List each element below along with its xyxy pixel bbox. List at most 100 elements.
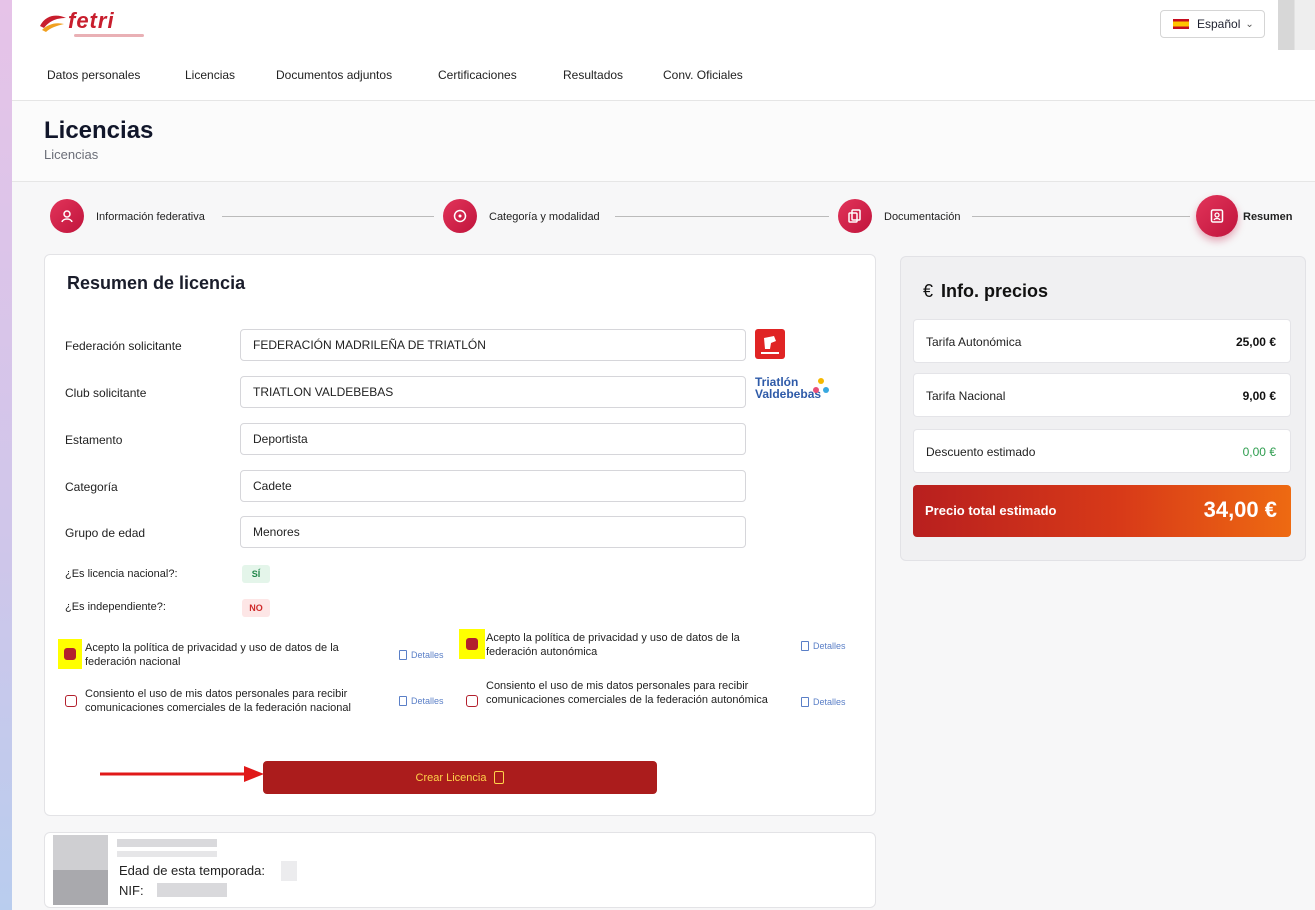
- license-summary-card: Resumen de licencia Federación solicitan…: [44, 254, 876, 816]
- nav-resultados[interactable]: Resultados: [563, 68, 623, 82]
- summary-icon: [1210, 209, 1224, 223]
- step-documentacion[interactable]: [838, 199, 872, 233]
- page-header: Licencias Licencias: [12, 101, 1315, 182]
- price-row: Tarifa Autonómica 25,00 €: [913, 319, 1291, 363]
- discount-value: 0,00 €: [1242, 445, 1276, 459]
- category-icon: [453, 209, 467, 223]
- commercial-national-details-link[interactable]: Detalles: [399, 696, 444, 706]
- privacy-national-details-link[interactable]: Detalles: [399, 650, 444, 660]
- avatar: [53, 835, 108, 905]
- user-info-card: Edad de esta temporada: NIF:: [44, 832, 876, 908]
- language-label: Español: [1197, 17, 1241, 31]
- total-price-label: Precio total estimado: [925, 503, 1057, 518]
- chevron-down-icon: ⌄: [1245, 18, 1254, 30]
- club-logo: Triatlón Valdebebas: [755, 376, 835, 410]
- nav-licencias[interactable]: Licencias: [185, 68, 235, 82]
- price-info-title: € Info. precios: [923, 281, 1048, 302]
- nav-datos-personales[interactable]: Datos personales: [47, 68, 140, 82]
- create-license-button[interactable]: Crear Licencia: [263, 761, 657, 794]
- user-pin-icon: [61, 210, 73, 223]
- commercial-national-label: Consiento el uso de mis datos personales…: [85, 688, 351, 714]
- document-icon: [399, 650, 407, 660]
- price-info-title-text: Info. precios: [941, 281, 1049, 301]
- document-icon: [399, 696, 407, 706]
- app-window: fetri Español ⌄ Datos personales Licenci…: [12, 0, 1315, 910]
- nav-conv-oficiales[interactable]: Conv. Oficiales: [663, 68, 743, 82]
- nav-certificaciones[interactable]: Certificaciones: [438, 68, 517, 82]
- field-label: Club solicitante: [65, 386, 147, 400]
- step-label: Documentación: [884, 211, 961, 223]
- commercial-national-checkbox[interactable]: [65, 695, 77, 707]
- details-label: Detalles: [411, 650, 444, 660]
- commercial-autonomica-label: Consiento el uso de mis datos personales…: [486, 680, 768, 706]
- categoria-field[interactable]: Cadete: [240, 470, 746, 502]
- step-categoria-modalidad[interactable]: [443, 199, 477, 233]
- step-informacion-federativa[interactable]: [50, 199, 84, 233]
- logo-swoosh-icon: [40, 15, 66, 32]
- details-label: Detalles: [813, 641, 846, 651]
- privacy-autonomica-label: Acepto la política de privacidad y uso d…: [486, 632, 740, 658]
- total-price-value: 34,00 €: [1203, 497, 1277, 522]
- price-row-value: 9,00 €: [1242, 389, 1276, 403]
- federacion-field[interactable]: FEDERACIÓN MADRILEÑA DE TRIATLÓN: [240, 329, 746, 361]
- commercial-autonomica-checkbox[interactable]: [466, 695, 478, 707]
- spain-flag-icon: [1173, 19, 1189, 29]
- nav-documentos-adjuntos[interactable]: Documentos adjuntos: [276, 68, 392, 82]
- nif-label: NIF:: [119, 883, 144, 898]
- privacy-autonomica-checkbox[interactable]: [466, 638, 478, 650]
- federation-logo: [755, 329, 785, 359]
- price-row-value: 25,00 €: [1235, 335, 1276, 349]
- age-label: Edad de esta temporada:: [119, 863, 265, 878]
- redacted-name: [117, 839, 217, 847]
- details-label: Detalles: [411, 696, 444, 706]
- club-field[interactable]: TRIATLON VALDEBEBAS: [240, 376, 746, 408]
- price-row: Descuento estimado 0,00 €: [913, 429, 1291, 473]
- breadcrumb: Licencias: [44, 147, 99, 162]
- summary-title: Resumen de licencia: [67, 273, 246, 293]
- field-label: Grupo de edad: [65, 526, 146, 540]
- document-icon: [801, 641, 809, 651]
- price-row-label: Descuento estimado: [926, 445, 1036, 459]
- federation-logo-icon: [761, 336, 779, 354]
- top-bar: fetri Español ⌄: [12, 0, 1315, 58]
- step-resumen[interactable]: [1196, 195, 1238, 237]
- euro-icon: €: [923, 281, 934, 301]
- redacted-nif: [157, 883, 227, 897]
- club-logo-dots-icon: [813, 378, 829, 393]
- independent-label: ¿Es independiente?:: [65, 601, 166, 613]
- commercial-autonomica-details-link[interactable]: Detalles: [801, 697, 846, 707]
- step-label: Resumen: [1243, 211, 1293, 223]
- field-label: Estamento: [65, 433, 123, 447]
- stepper: Información federativa Categoría y modal…: [12, 182, 1315, 252]
- step-connector: [222, 216, 434, 217]
- document-check-icon: [494, 771, 505, 784]
- create-license-label: Crear Licencia: [415, 771, 487, 784]
- estamento-field[interactable]: Deportista: [240, 423, 746, 455]
- redacted-age: [281, 861, 297, 881]
- price-row: Tarifa Nacional 9,00 €: [913, 373, 1291, 417]
- step-label: Categoría y modalidad: [489, 211, 600, 223]
- fetri-logo[interactable]: fetri: [38, 8, 148, 42]
- main-nav: Datos personales Licencias Documentos ad…: [12, 50, 1315, 101]
- field-label: Federación solicitante: [65, 339, 182, 353]
- annotation-arrow-icon: [100, 766, 264, 782]
- step-label: Información federativa: [96, 211, 205, 223]
- page-title: Licencias: [44, 117, 154, 144]
- logo-text: fetri: [68, 8, 115, 33]
- step-connector: [972, 216, 1190, 217]
- national-badge: SÍ: [242, 565, 270, 583]
- grupo-edad-field[interactable]: Menores: [240, 516, 746, 548]
- language-selector[interactable]: Español ⌄: [1160, 10, 1265, 38]
- privacy-national-checkbox[interactable]: [64, 648, 76, 660]
- price-row-label: Tarifa Autonómica: [926, 335, 1022, 349]
- details-label: Detalles: [813, 697, 846, 707]
- redacted-detail: [117, 851, 217, 857]
- document-icon: [801, 697, 809, 707]
- privacy-autonomica-details-link[interactable]: Detalles: [801, 641, 846, 651]
- privacy-national-label: Acepto la política de privacidad y uso d…: [85, 642, 339, 668]
- documents-icon: [848, 209, 861, 223]
- price-info-card: € Info. precios Tarifa Autonómica 25,00 €…: [900, 256, 1306, 561]
- total-price-banner: Precio total estimado 34,00 €: [913, 485, 1291, 537]
- national-label: ¿Es licencia nacional?:: [65, 568, 178, 580]
- independent-badge: NO: [242, 599, 270, 617]
